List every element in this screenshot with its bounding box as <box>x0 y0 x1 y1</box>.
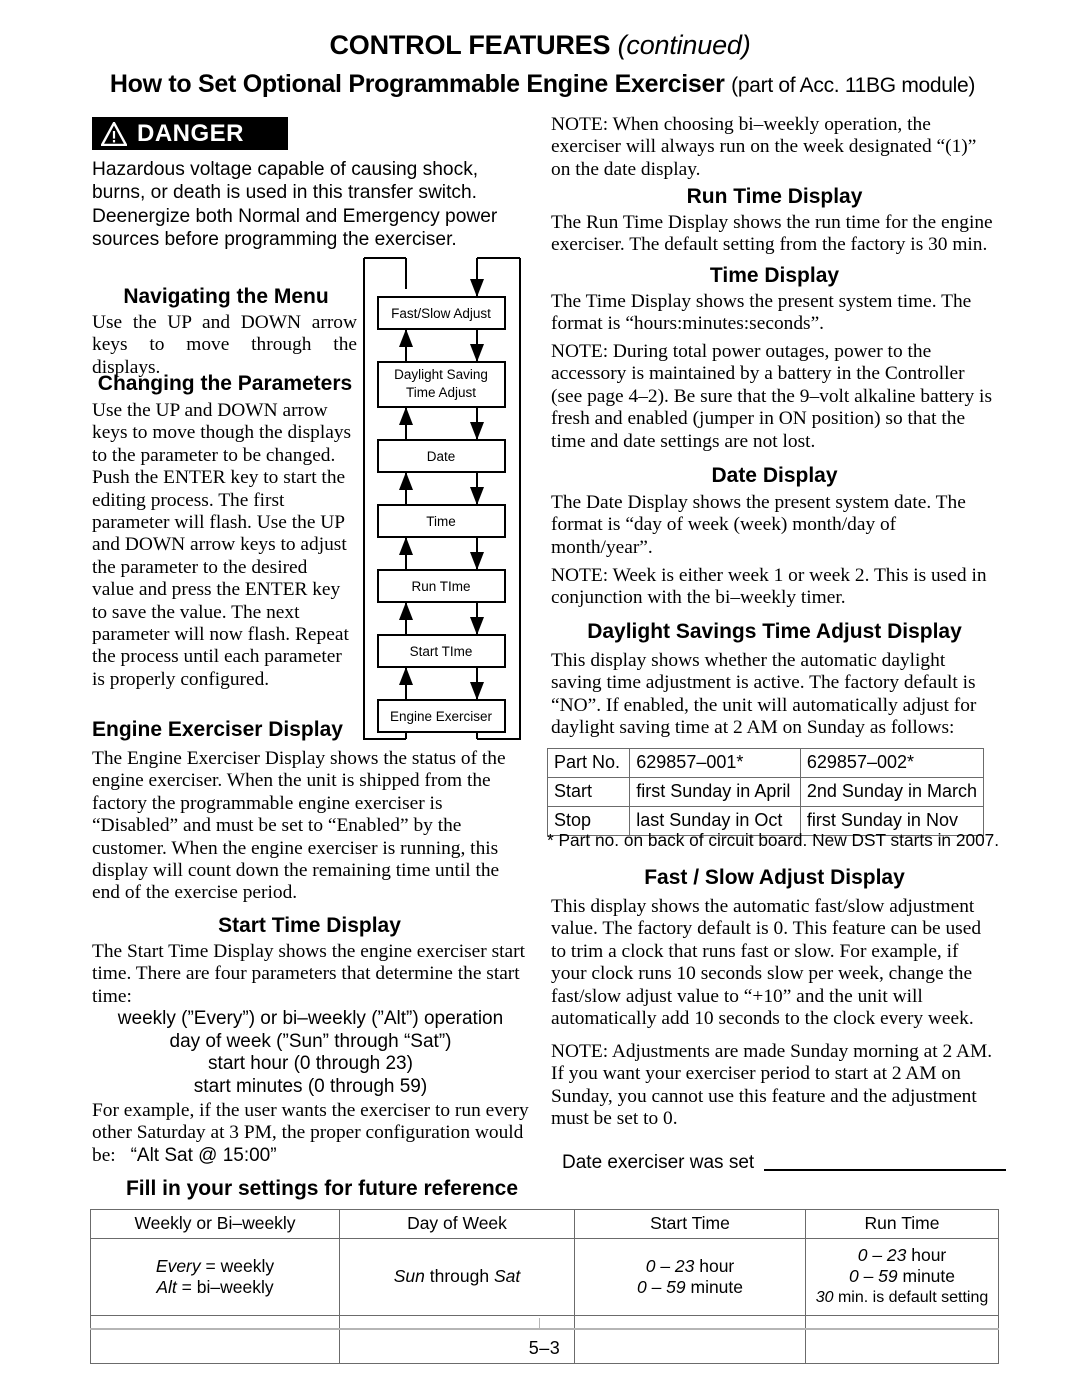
heading-navigating-the-menu: Navigating the Menu <box>123 285 329 308</box>
page-title: CONTROL FEATURES (continued) <box>90 30 990 61</box>
footer-divider <box>90 1328 999 1330</box>
start-time-parameter-item: start hour (0 through 23) <box>208 1053 413 1074</box>
heading-fast-slow-adjust-display: Fast / Slow Adjust Display <box>644 866 905 889</box>
dst-cell: Part No. <box>546 748 631 778</box>
fill-em: 0 – 23 <box>645 1255 695 1276</box>
table-row: Part No. 629857–001* 629857–002* <box>546 748 985 778</box>
flow-box-label-run-time: Run TIme <box>411 579 470 594</box>
text-time-display: The Time Display shows the present syste… <box>551 291 972 335</box>
flow-box-label-engine-exerciser: Engine Exerciser <box>390 709 493 724</box>
text-changing-the-parameters: Use the UP and DOWN arrow keys to move t… <box>92 400 352 690</box>
date-exerciser-was-set-label: Date exerciser was set <box>562 1152 755 1173</box>
fill-value-day-of-week: Sun through Sat <box>339 1238 575 1316</box>
fill-rest: hour <box>906 1245 947 1265</box>
date-exerciser-was-set-blank[interactable] <box>764 1169 1007 1171</box>
page-title-main: CONTROL FEATURES <box>329 30 611 60</box>
warning-triangle-icon <box>101 121 127 146</box>
page-subtitle-note: (part of Acc. 11BG module) <box>731 74 976 97</box>
document-page: CONTROL FEATURES (continued) How to Set … <box>0 0 1080 1397</box>
dst-cell: first Sunday in April <box>629 777 801 807</box>
fill-em: Sun <box>393 1266 425 1286</box>
flow-box-label-daylight-saving-line2: Time Adjust <box>406 385 476 400</box>
dst-table-footnote: * Part no. on back of circuit board. New… <box>547 830 1000 850</box>
flow-box-label-date: Date <box>427 449 456 464</box>
flow-box-label-fast-slow-adjust: Fast/Slow Adjust <box>391 306 491 321</box>
text-navigating-the-menu: Use the UP and DOWN arrow keys to move t… <box>92 312 357 378</box>
page-subtitle: How to Set Optional Programmable Engine … <box>90 70 995 99</box>
heading-engine-exerciser-display: Engine Exerciser Display <box>92 718 343 741</box>
flow-box-label-time: Time <box>426 514 456 529</box>
heading-start-time-display: Start Time Display <box>218 914 401 937</box>
text-run-time-display: The Run Time Display shows the run time … <box>551 212 993 256</box>
fill-rest: minute <box>897 1266 956 1286</box>
start-time-example: For example, if the user wants the exerc… <box>92 1100 529 1167</box>
start-time-parameter-item: start minutes (0 through 59) <box>193 1075 428 1097</box>
fill-rest: = weekly <box>200 1255 275 1276</box>
fill-value-line: 0 – 23 hour <box>810 1245 994 1266</box>
fill-value-line: Alt = bi–weekly <box>95 1277 335 1298</box>
fill-em: 0 – 23 <box>857 1245 907 1265</box>
table-row: Every = weekly Alt = bi–weekly Sun throu… <box>90 1238 999 1316</box>
heading-fill-in-settings: Fill in your settings for future referen… <box>125 1177 519 1200</box>
fill-header-cell: Weekly or Bi–weekly <box>90 1209 340 1239</box>
text-fast-slow-adjust-display: This display shows the automatic fast/sl… <box>551 896 982 1030</box>
menu-navigation-flowchart: Fast/Slow Adjust Daylight Saving Time Ad… <box>359 257 525 744</box>
fill-value-line: 30 min. is default setting <box>810 1287 994 1308</box>
fill-rest: through <box>424 1266 494 1286</box>
note-battery-backup: NOTE: During total power outages, power … <box>551 341 992 452</box>
fill-value-line: 0 – 59 minute <box>810 1266 994 1287</box>
page-number: 5–3 <box>528 1338 561 1358</box>
fill-value-start-time: 0 – 23 hour 0 – 59 minute <box>574 1238 806 1316</box>
fill-em: 30 <box>815 1289 834 1306</box>
flow-box-label-daylight-saving-line1: Daylight Saving <box>394 367 488 382</box>
date-exerciser-was-set-field[interactable]: Date exerciser was set <box>562 1152 1007 1174</box>
dst-cell: 629857–001* <box>629 748 801 778</box>
fill-rest: minute <box>685 1276 744 1297</box>
fill-em: Alt <box>156 1276 177 1297</box>
fill-header-cell: Run Time <box>805 1209 999 1239</box>
danger-banner: DANGER <box>92 117 288 150</box>
fill-value-line: Every = weekly <box>95 1256 335 1277</box>
fill-value-run-time: 0 – 23 hour 0 – 59 minute 30 min. is def… <box>805 1238 999 1316</box>
fill-rest: hour <box>694 1255 735 1276</box>
note-week-designation: NOTE: Week is either week 1 or week 2. T… <box>551 565 987 609</box>
start-time-parameter-item: day of week (”Sun” through “Sat”) <box>169 1030 452 1052</box>
heading-run-time-display: Run Time Display <box>686 185 863 208</box>
fill-em: Sat <box>493 1266 521 1286</box>
danger-label: DANGER <box>137 119 245 147</box>
table-row: Weekly or Bi–weekly Day of Week Start Ti… <box>90 1209 999 1239</box>
dst-cell: Start <box>546 777 631 807</box>
fill-value-weekly: Every = weekly Alt = bi–weekly <box>90 1238 340 1316</box>
fill-em: 0 – 59 <box>848 1266 898 1286</box>
table-row: Start first Sunday in April 2nd Sunday i… <box>546 777 985 807</box>
text-start-time-display: The Start Time Display shows the engine … <box>92 941 525 1007</box>
start-time-parameter-list: weekly (”Every”) or bi–weekly (”Alt”) op… <box>92 1008 529 1098</box>
fill-rest: = bi–weekly <box>176 1276 274 1297</box>
flow-box-label-start-time: Start TIme <box>410 644 473 659</box>
text-date-display: The Date Display shows the present syste… <box>551 492 966 558</box>
text-daylight-savings-time-adjust-display: This display shows whether the automatic… <box>551 650 977 739</box>
fill-header-cell: Day of Week <box>339 1209 575 1239</box>
dst-cell: 629857–002* <box>799 748 985 778</box>
danger-text: Hazardous voltage capable of causing sho… <box>92 159 498 250</box>
dst-schedule-table: Part No. 629857–001* 629857–002* Start f… <box>546 748 985 836</box>
fill-value-line: 0 – 23 hour <box>579 1256 801 1277</box>
fill-em: Every <box>155 1255 201 1276</box>
dst-cell: 2nd Sunday in March <box>799 777 985 807</box>
heading-changing-the-parameters: Changing the Parameters <box>97 372 353 395</box>
fill-header-cell: Start Time <box>574 1209 806 1239</box>
note-fast-slow-adjustment-timing: NOTE: Adjustments are made Sunday mornin… <box>551 1041 993 1130</box>
heading-date-display: Date Display <box>711 464 838 487</box>
note-biweekly-operation: NOTE: When choosing bi–weekly operation,… <box>551 114 977 180</box>
heading-daylight-savings-time-adjust-display: Daylight Savings Time Adjust Display <box>587 620 962 643</box>
fill-value-line: 0 – 59 minute <box>579 1277 801 1298</box>
text-engine-exerciser-display: The Engine Exerciser Display shows the s… <box>92 748 506 904</box>
start-time-parameter-item: weekly (”Every”) or bi–weekly (”Alt”) op… <box>117 1008 504 1029</box>
page-subtitle-main: How to Set Optional Programmable Engine … <box>109 70 725 98</box>
fill-em: 0 – 59 <box>636 1276 686 1297</box>
page-title-continued: (continued) <box>617 30 751 60</box>
fill-rest: min. is default setting <box>833 1289 989 1306</box>
start-time-example-value: “Alt Sat @ 15:00” <box>130 1144 277 1166</box>
heading-time-display: Time Display <box>709 264 840 287</box>
